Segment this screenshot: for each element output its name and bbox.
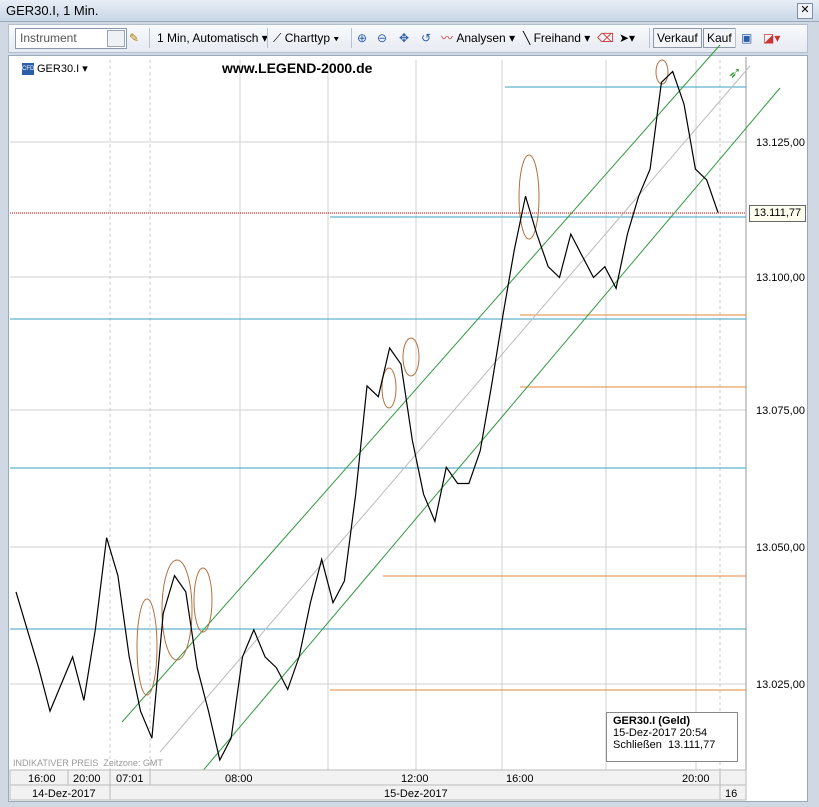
time-tick-label: 20:00	[73, 773, 101, 785]
indicative-note: INDIKATIVER PREIS Zeitzone: GMT	[13, 758, 163, 768]
time-tick-label: 07:01	[116, 773, 144, 785]
info-box: GER30.I (Geld) 15-Dez-2017 20:54 Schließ…	[606, 712, 738, 762]
current-price-tag: 13.111,77	[749, 205, 806, 222]
highlight-ellipse	[161, 559, 193, 661]
info-close-label: Schließen	[613, 739, 662, 751]
indicative-label: INDIKATIVER PREIS	[13, 758, 99, 768]
time-tick-label: 20:00	[682, 773, 710, 785]
info-date: 15-Dez-2017 20:54	[613, 727, 708, 739]
symbol-selector[interactable]: CFD GER30.I ▾	[22, 62, 88, 76]
channel-upper	[121, 44, 721, 723]
symbol-label: GER30.I	[37, 63, 80, 75]
time-tick-label: 16:00	[28, 773, 56, 785]
date-axis	[9, 784, 747, 801]
horizontal-lines	[10, 86, 746, 630]
highlight-ellipse	[655, 59, 669, 85]
info-title: GER30.I (Geld)	[613, 715, 691, 727]
grid	[10, 60, 746, 770]
time-tick-label: 08:00	[225, 773, 253, 785]
info-close-value: 13.111,77	[668, 739, 716, 751]
info-close-row: Schließen 13.111,77	[613, 739, 731, 751]
highlight-ellipse	[402, 337, 420, 377]
time-tick-label: 12:00	[401, 773, 429, 785]
trend-arrow-icon: ➶	[728, 65, 741, 82]
date-label: 16	[725, 788, 737, 800]
price-tick-label: 13.025,00	[756, 679, 805, 691]
cfd-icon: CFD	[22, 63, 34, 76]
price-tick-label: 13.075,00	[756, 405, 805, 417]
price-tick-label: 13.100,00	[756, 272, 805, 284]
highlight-ellipse	[518, 154, 540, 240]
price-tick-label: 13.125,00	[756, 137, 805, 149]
channel-lower	[194, 87, 781, 781]
time-tick-label: 16:00	[506, 773, 534, 785]
trend-channel	[121, 44, 781, 781]
channel-midline	[159, 65, 751, 753]
price-chart: ➶ 13.125,00 13.100,00 13.075,00 13.050,0…	[9, 44, 805, 801]
date-label: 14-Dez-2017	[32, 788, 96, 800]
timezone-label: Zeitzone: GMT	[103, 758, 163, 768]
price-series-line	[15, 70, 719, 762]
watermark-text: www.LEGEND-2000.de	[222, 60, 373, 76]
date-label: 15-Dez-2017	[384, 788, 448, 800]
session-lines	[109, 60, 721, 770]
highlight-ellipse	[193, 567, 213, 633]
price-tick-label: 13.050,00	[756, 542, 805, 554]
highlight-ellipse	[136, 598, 158, 696]
